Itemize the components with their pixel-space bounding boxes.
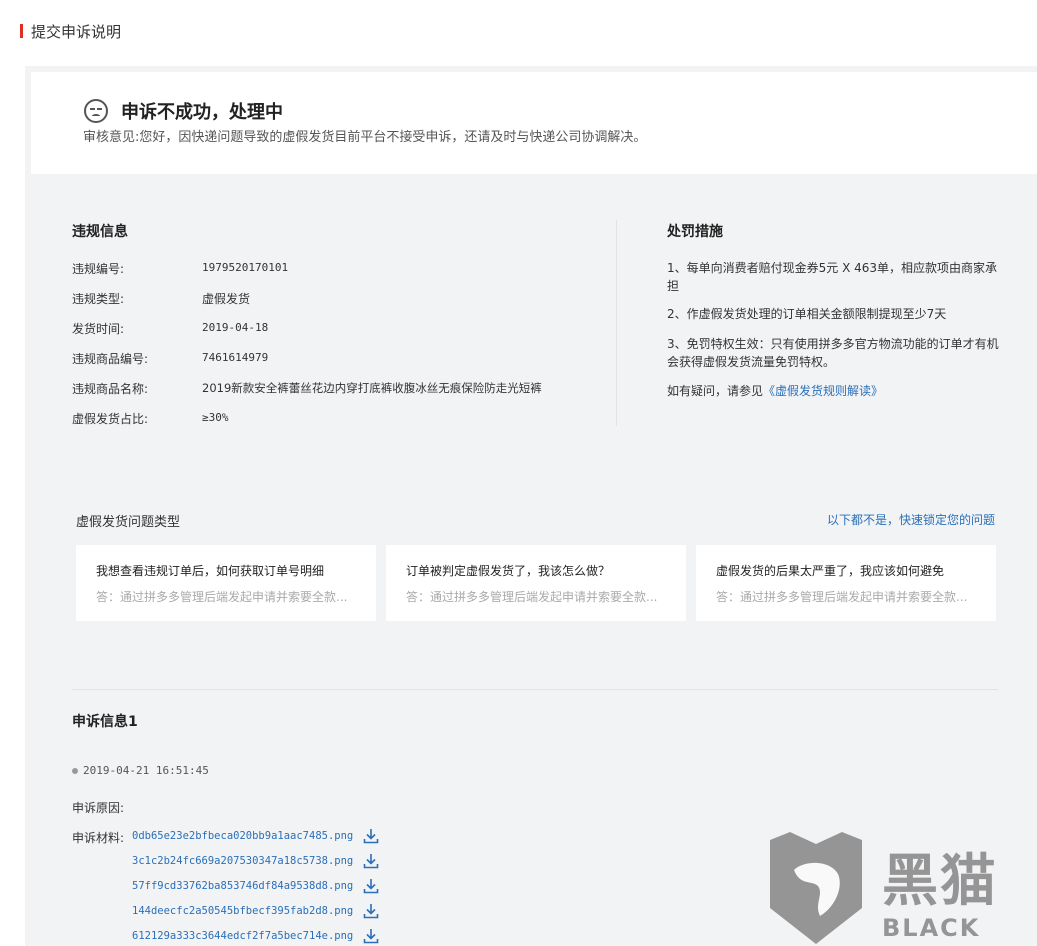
violation-label: 违规编号: (72, 262, 125, 276)
watermark-en: BLACK CAT (882, 914, 981, 946)
penalty-help-prefix: 如有疑问，请参见 (667, 384, 764, 398)
violation-value: 2019-04-18 (202, 321, 269, 334)
faq-other-link[interactable]: 以下都不是，快速锁定您的问题 (827, 511, 995, 528)
violation-label: 违规类型: (72, 292, 125, 306)
faq-question: 我想查看违规订单后，如何获取订单号明细 (96, 564, 325, 578)
attachment-row: 612129a333c3644edcf2f7a5bec714e.png (132, 928, 379, 944)
download-icon[interactable] (363, 878, 379, 894)
violation-label: 虚假发货占比: (72, 412, 149, 426)
faq-answer: 答：通过拼多多管理后端发起申请并索要全款... (96, 590, 348, 604)
header-accent-bar (20, 24, 23, 38)
penalty-title: 处罚措施 (667, 224, 723, 240)
appeal-title: 申诉信息1 (72, 714, 138, 730)
violation-title: 违规信息 (72, 224, 128, 240)
status-title: 申诉不成功，处理中 (121, 102, 283, 123)
violation-value: 7461614979 (202, 351, 269, 364)
download-icon[interactable] (363, 903, 379, 919)
attachment-row: 144deecfc2a50545bfbecf395fab2d8.png (132, 903, 379, 919)
attachment-row: 3c1c2b24fc669a207530347a18c5738.png (132, 853, 379, 869)
violation-label: 违规商品名称: (72, 382, 149, 396)
faq-question: 虚假发货的后果太严重了，我应该如何避免 (716, 564, 945, 578)
timeline-dot (72, 767, 78, 774)
download-icon[interactable] (363, 828, 379, 844)
attachment-row: 0db65e23e2bfbeca020bb9a1aac7485.png (132, 828, 379, 844)
faq-card[interactable]: 虚假发货的后果太严重了，我应该如何避免 答：通过拼多多管理后端发起申请并索要全款… (696, 545, 996, 621)
appeal-timestamp: 2019-04-21 16:51:45 (72, 764, 209, 777)
violation-value: ≥30% (202, 411, 229, 424)
faq-card[interactable]: 订单被判定虚假发货了，我该怎么做？ 答：通过拼多多管理后端发起申请并索要全款..… (386, 545, 686, 621)
faq-question: 订单被判定虚假发货了，我该怎么做？ (406, 564, 611, 578)
faq-card[interactable]: 我想查看违规订单后，如何获取订单号明细 答：通过拼多多管理后端发起申请并索要全款… (76, 545, 376, 621)
download-icon[interactable] (363, 853, 379, 869)
attachment-link[interactable]: 0db65e23e2bfbeca020bb9a1aac7485.png (132, 830, 353, 842)
violation-value: 2019新款安全裤蕾丝花边内穿打底裤收腹冰丝无痕保险防走光短裤 (202, 381, 542, 395)
attachment-link[interactable]: 612129a333c3644edcf2f7a5bec714e.png (132, 930, 353, 942)
page-header: 提交申诉说明 (20, 20, 121, 42)
sad-face-icon (84, 99, 108, 123)
attachment-link[interactable]: 144deecfc2a50545bfbecf395fab2d8.png (132, 905, 353, 917)
appeal-divider (72, 689, 998, 690)
rules-link[interactable]: 《虚假发货规则解读》 (763, 384, 883, 398)
status-description: 审核意见:您好，因快递问题导致的虚假发货目前平台不接受申诉，还请及时与快递公司协… (83, 130, 647, 145)
download-icon[interactable] (363, 928, 379, 944)
faq-answer: 答：通过拼多多管理后端发起申请并索要全款... (716, 590, 968, 604)
penalty-item: 3、免罚特权生效：只有使用拼多多官方物流功能的订单才有机会获得虚假发货流量免罚特… (667, 337, 999, 369)
appeal-materials-label: 申诉材料: (72, 831, 125, 845)
violation-value: 虚假发货 (202, 292, 251, 306)
faq-title: 虚假发货问题类型 (76, 515, 181, 530)
attachment-row: 57ff9cd33762ba853746df84a9538d8.png (132, 878, 379, 894)
black-cat-logo-icon (770, 832, 862, 944)
section-divider (616, 220, 617, 426)
page-title: 提交申诉说明 (31, 22, 122, 41)
violation-label: 违规商品编号: (72, 352, 149, 366)
watermark-cn: 黑猫 (882, 849, 998, 914)
appeal-time-text: 2019-04-21 16:51:45 (83, 764, 209, 777)
violation-label: 发货时间: (72, 322, 125, 336)
attachment-link[interactable]: 57ff9cd33762ba853746df84a9538d8.png (132, 880, 353, 892)
attachment-link[interactable]: 3c1c2b24fc669a207530347a18c5738.png (132, 855, 353, 867)
appeal-reason-label: 申诉原因: (72, 801, 125, 815)
black-cat-watermark: 黑猫 BLACK CAT (764, 830, 1037, 946)
faq-answer: 答：通过拼多多管理后端发起申请并索要全款... (406, 590, 658, 604)
violation-value: 1979520170101 (202, 261, 289, 274)
penalty-item: 2、作虚假发货处理的订单相关金额限制提现至少7天 (667, 307, 947, 321)
penalty-item: 1、每单向消费者赔付现金券5元 X 463单，相应款项由商家承担 (667, 261, 998, 293)
penalty-help: 如有疑问，请参见《虚假发货规则解读》 (667, 382, 1007, 400)
